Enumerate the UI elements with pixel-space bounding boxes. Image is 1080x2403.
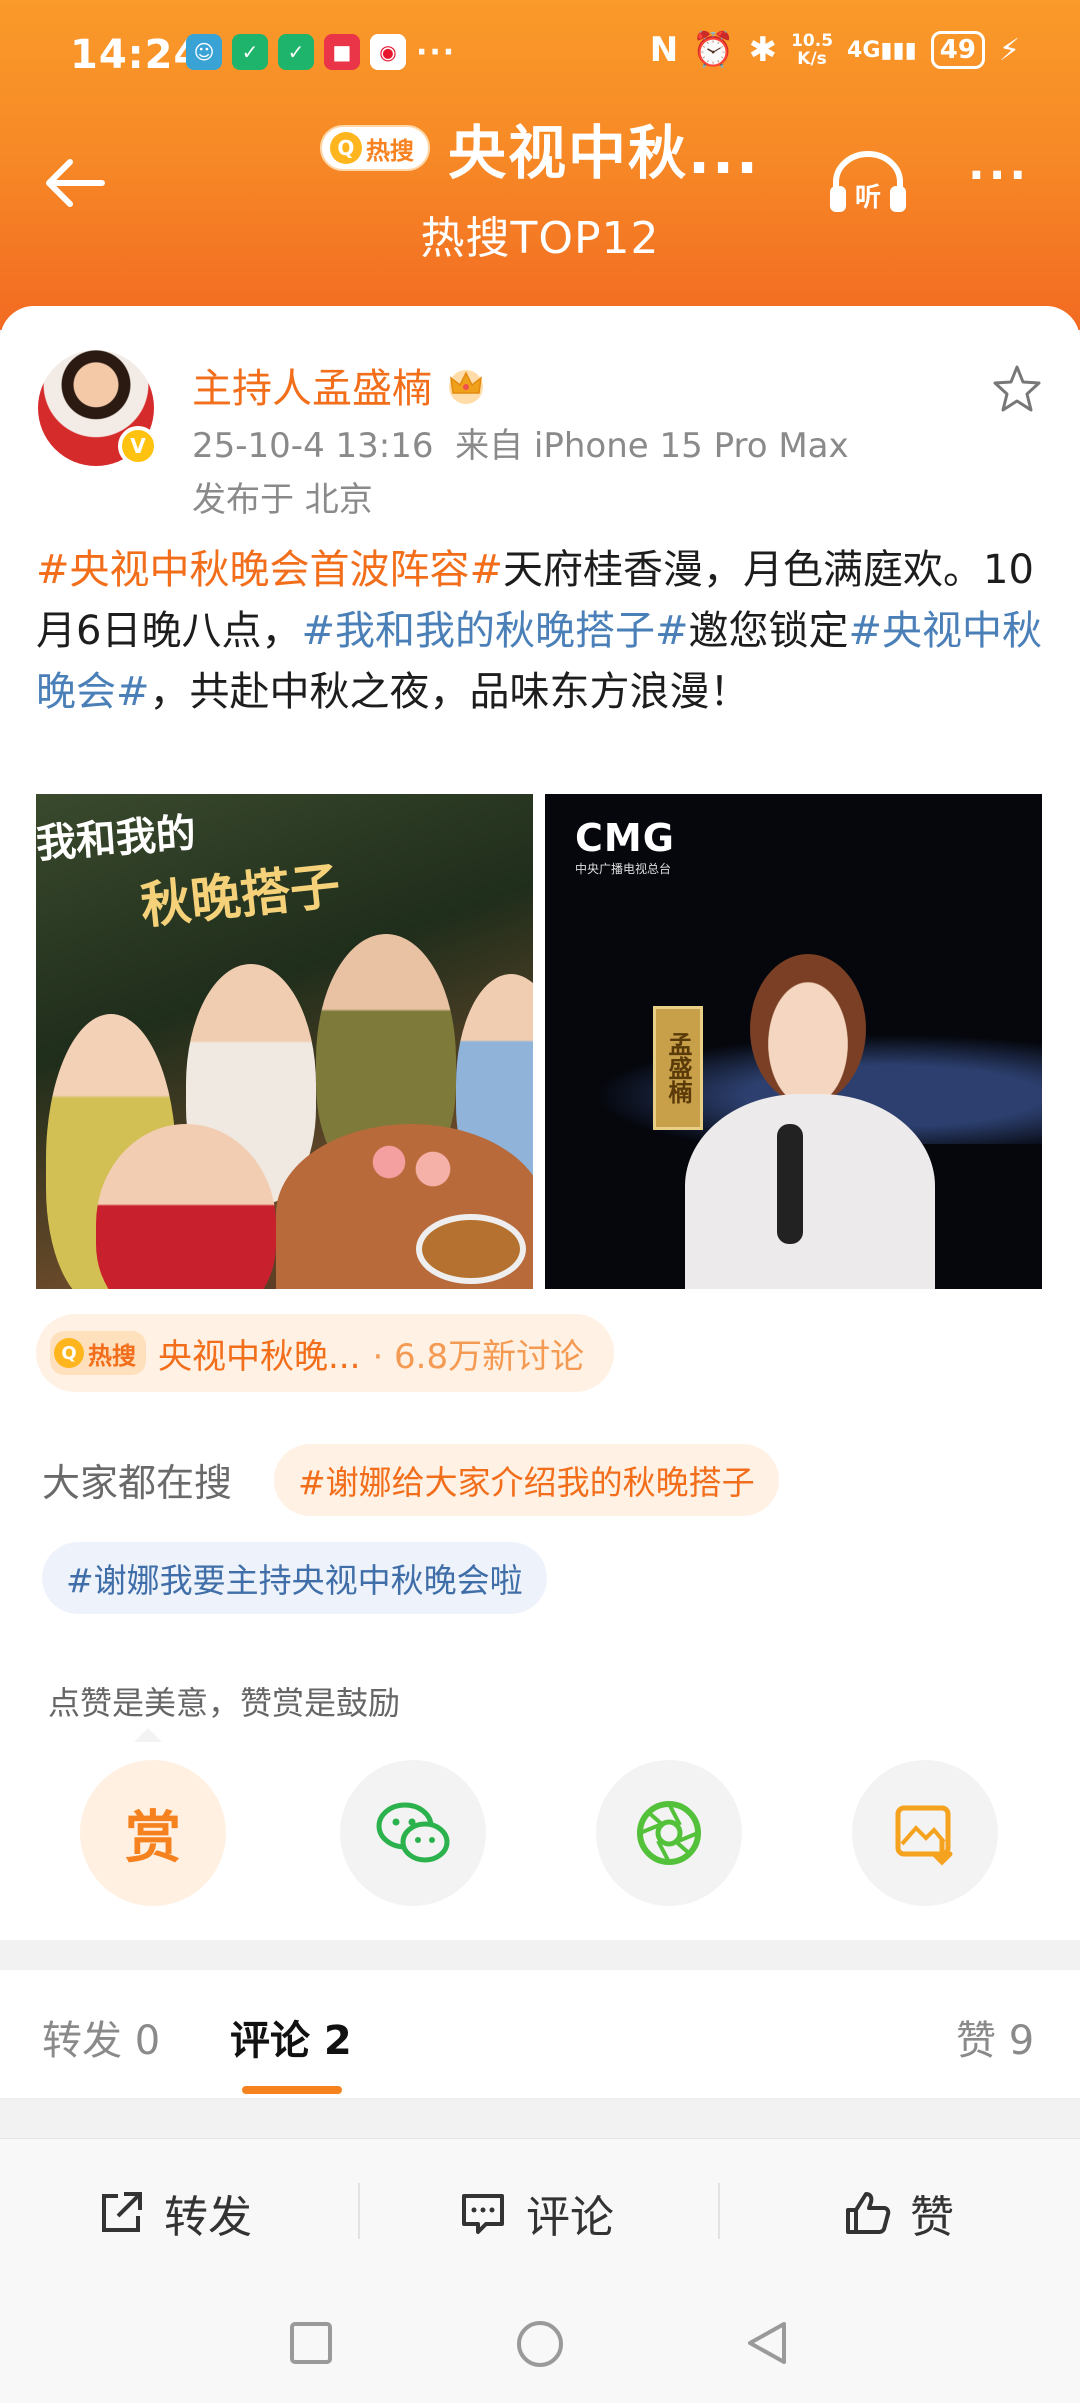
repost-button[interactable]: 转发: [96, 2181, 252, 2245]
fitness-app-icon: ✓: [232, 34, 268, 70]
hot-topic-count: · 6.8万新讨论: [372, 1336, 585, 1377]
weibo-app-icon: ◉: [370, 34, 406, 70]
back-triangle-icon[interactable]: [742, 2318, 792, 2368]
image-peaches: [356, 1134, 466, 1204]
fitness-app-icon: ✓: [278, 34, 314, 70]
notes-app-icon: ■: [324, 34, 360, 70]
nfc-icon: N: [649, 30, 679, 70]
divider: [0, 2098, 1080, 2100]
home-circle-icon[interactable]: [514, 2318, 566, 2370]
image-mooncake: [416, 1214, 526, 1284]
active-tab-indicator: [242, 2086, 342, 2094]
more-options-icon[interactable]: ···: [968, 150, 1030, 201]
post-image-2[interactable]: CMG 中央广播电视总台 孟盛楠: [545, 794, 1042, 1289]
search-icon: Q: [54, 1338, 84, 1368]
notification-icons: ☺ ✓ ✓ ■ ◉ ···: [186, 34, 456, 70]
author-name-row[interactable]: 主持人孟盛楠: [192, 356, 488, 414]
share-wechat-button[interactable]: [340, 1760, 486, 1906]
hot-topic-name: 央视中秋晚...: [158, 1336, 361, 1377]
hashtag-link[interactable]: #我和我的秋晚搭子#: [301, 608, 688, 654]
save-image-icon: [895, 1805, 953, 1866]
comment-icon: [462, 2194, 504, 2234]
share-moments-button[interactable]: [596, 1760, 742, 1906]
system-navigation-bar: [0, 2288, 1080, 2403]
author-name[interactable]: 主持人孟盛楠: [192, 356, 432, 414]
system-icons: N ⏰ ✱ 10.5 K/s 4G▮▮▮ 49 ⚡: [650, 30, 1020, 70]
post-location: 发布于 北京: [192, 480, 373, 520]
bluetooth-icon: ✱: [748, 30, 778, 70]
reward-button[interactable]: 赏: [80, 1760, 226, 1906]
thumbs-up-icon: [846, 2192, 891, 2234]
svg-text:听: 听: [855, 183, 881, 213]
post-source: 来自 iPhone 15 Pro Max: [455, 426, 849, 466]
engagement-tabs: 转发 0 评论 2 赞 9: [0, 1970, 1080, 2100]
charging-icon: ⚡: [998, 32, 1020, 68]
crown-icon: [449, 370, 483, 404]
hot-topic-chip[interactable]: Q 热搜 央视中秋晚... · 6.8万新讨论: [36, 1314, 615, 1392]
tip-caret: [134, 1728, 162, 1742]
trending-searches-label: 大家都在搜: [42, 1461, 233, 1505]
trending-search-chip[interactable]: #谢娜给大家介绍我的秋晚搭子: [274, 1444, 779, 1516]
moments-aperture-icon: [637, 1801, 701, 1865]
page-title: 央视中秋...: [447, 119, 761, 187]
divider: [358, 2183, 360, 2239]
top-header: 14:24 ☺ ✓ ✓ ■ ◉ ··· N ⏰ ✱ 10.5 K/s 4G▮▮▮…: [0, 0, 1080, 330]
host-head: [750, 954, 866, 1104]
network-speed: 10.5 K/s: [791, 31, 834, 69]
reward-tip: 点赞是美意，赞赏是鼓励: [48, 1684, 401, 1722]
post-meta: 25-10-4 13:16 来自 iPhone 15 Pro Max: [192, 418, 849, 467]
search-icon: Q: [329, 132, 362, 164]
status-bar: 14:24 ☺ ✓ ✓ ■ ◉ ··· N ⏰ ✱ 10.5 K/s 4G▮▮▮…: [0, 26, 1080, 86]
cmg-logo: CMG: [575, 816, 675, 860]
signal-icon: 4G▮▮▮: [847, 37, 917, 63]
post-text-segment: 邀您锁定: [688, 608, 849, 654]
like-button[interactable]: 赞: [842, 2181, 954, 2245]
hashtag-link[interactable]: #央视中秋晚会首波阵容#: [36, 547, 503, 593]
post-body: #央视中秋晚会首波阵容#天府桂香漫，月色满庭欢。10月6日晚八点，#我和我的秋晚…: [36, 540, 1046, 723]
repost-icon: [102, 2192, 142, 2232]
save-image-button[interactable]: [852, 1760, 998, 1906]
comment-button[interactable]: 评论: [458, 2181, 614, 2245]
hot-search-badge: Q 热搜: [319, 125, 430, 171]
tab-reposts[interactable]: 转发 0: [42, 2008, 160, 2066]
hot-search-badge: Q 热搜: [50, 1331, 146, 1375]
post-time: 25-10-4 13:16: [192, 426, 434, 466]
wechat-icon: [376, 1802, 450, 1863]
host-microphone: [777, 1124, 803, 1244]
header-title-area: Q 热搜 央视中秋... 热搜TOP12: [0, 106, 1080, 266]
post-card: V 主持人孟盛楠 25-10-4 13:16 来自 iPhone 15 Pro …: [0, 306, 1080, 1940]
post-text-segment: ，共赴中秋之夜，品味东方浪漫！: [149, 669, 750, 715]
recent-apps-square-icon[interactable]: [286, 2318, 336, 2368]
trending-search-chip[interactable]: #谢娜我要主持央视中秋晚会啦: [42, 1542, 547, 1614]
tab-likes[interactable]: 赞 9: [956, 2008, 1034, 2066]
favorite-star-icon[interactable]: [990, 362, 1044, 416]
verified-badge-icon: V: [118, 426, 158, 466]
headphones-listen-icon[interactable]: 听: [826, 146, 910, 216]
post-image-1[interactable]: 我和我的 秋晚搭子: [36, 794, 533, 1289]
reward-label: 赏: [125, 1805, 181, 1871]
name-plate: 孟盛楠: [653, 1006, 703, 1130]
tab-comments[interactable]: 评论 2: [230, 2008, 352, 2066]
more-notifications-icon: ···: [416, 34, 457, 70]
bottom-action-bar: 转发 评论 赞: [0, 2138, 1080, 2288]
page-subtitle: 热搜TOP12: [420, 213, 660, 264]
battery-indicator: 49: [930, 31, 985, 69]
alarm-icon: ⏰: [692, 30, 735, 70]
divider: [718, 2183, 720, 2239]
host-dress: [685, 1094, 935, 1289]
image-title-line1: 我和我的: [36, 810, 198, 868]
cmg-logo-subtitle: 中央广播电视总台: [575, 862, 672, 876]
status-time: 14:24: [70, 32, 203, 78]
app-notification-icon: ☺: [186, 34, 222, 70]
